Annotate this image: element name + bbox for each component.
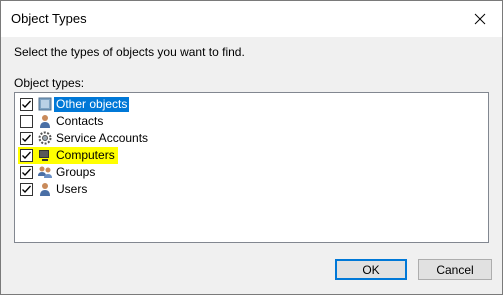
computer-icon xyxy=(39,150,49,161)
window-title: Object Types xyxy=(11,11,87,26)
title-bar: Object Types xyxy=(1,1,502,37)
close-icon xyxy=(474,13,485,25)
other-objects-icon xyxy=(38,97,52,111)
group-icon xyxy=(38,166,52,178)
service-accounts-checkbox[interactable] xyxy=(20,132,33,145)
contacts-checkbox[interactable] xyxy=(20,115,33,128)
list-item-label: Groups xyxy=(56,165,96,179)
list-item-groups[interactable]: Groups xyxy=(15,164,488,181)
list-item-computers[interactable]: Computers xyxy=(15,147,488,164)
other-objects-checkbox[interactable] xyxy=(20,98,33,111)
list-item-label: Computers xyxy=(56,148,115,162)
list-item-contacts[interactable]: Contacts xyxy=(15,113,488,130)
cancel-button[interactable]: Cancel xyxy=(418,259,492,280)
object-types-list[interactable]: Other objects Contacts Service Accounts xyxy=(14,92,489,243)
list-item-label: Contacts xyxy=(56,114,104,128)
service-account-icon xyxy=(38,131,52,145)
list-item-service-accounts[interactable]: Service Accounts xyxy=(15,130,488,147)
close-button[interactable] xyxy=(457,1,502,37)
list-item-users[interactable]: Users xyxy=(15,181,488,198)
groups-checkbox[interactable] xyxy=(20,166,33,179)
object-types-dialog: Object Types Select the types of objects… xyxy=(0,0,503,295)
user-icon xyxy=(40,183,50,196)
list-item-other-objects[interactable]: Other objects xyxy=(15,96,488,113)
ok-button[interactable]: OK xyxy=(335,259,407,280)
list-item-label: Other objects xyxy=(54,97,130,112)
users-checkbox[interactable] xyxy=(20,183,33,196)
list-item-label: Users xyxy=(56,182,88,196)
object-types-label: Object types: xyxy=(14,76,85,90)
contact-icon xyxy=(40,115,50,128)
computers-checkbox[interactable] xyxy=(20,149,33,162)
instruction-text: Select the types of objects you want to … xyxy=(14,45,245,59)
list-item-label: Service Accounts xyxy=(56,131,149,145)
